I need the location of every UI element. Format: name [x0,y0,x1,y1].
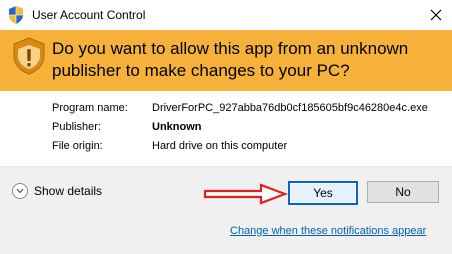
uac-shield-icon [9,6,23,24]
close-icon [430,9,442,21]
change-notifications-link[interactable]: Change when these notifications appear [230,225,426,237]
file-origin-value: Hard drive on this computer [152,140,288,152]
show-details-toggle[interactable]: Show details [12,183,102,199]
no-button[interactable]: No [367,181,439,203]
program-name-value: DriverForPC_927abba76db0cf185605bf9c4628… [152,102,428,114]
security-shield-icon [13,37,45,75]
program-name-label: Program name: [52,102,128,114]
warning-banner: Do you want to allow this app from an un… [0,30,452,91]
show-details-label: Show details [34,184,103,198]
window-title: User Account Control [32,8,146,22]
yes-button[interactable]: Yes [288,181,358,205]
chevron-down-icon [12,183,28,199]
publisher-value: Unknown [152,121,202,133]
red-arrow-right-icon [203,183,288,205]
uac-question: Do you want to allow this app from an un… [52,39,409,80]
title-bar: User Account Control [0,0,452,30]
file-origin-label: File origin: [52,140,103,152]
publisher-label: Publisher: [52,121,101,133]
close-button[interactable] [424,4,448,26]
